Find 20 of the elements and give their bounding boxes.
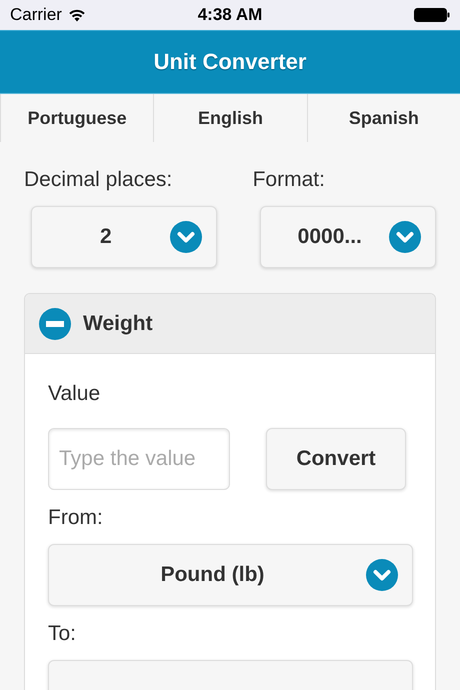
unit-dropdown[interactable]: Pound (lb) <box>48 544 413 606</box>
chevron-down-icon <box>389 221 421 253</box>
status-time: 4:38 AM <box>198 5 262 25</box>
chevron-down-icon <box>366 559 398 591</box>
wifi-icon <box>68 8 86 22</box>
from-label: From: <box>48 506 104 530</box>
app-title: Unit Converter <box>154 49 306 75</box>
battery-icon <box>414 8 450 22</box>
value-input[interactable]: Type the value <box>48 428 230 490</box>
setting-dropdown[interactable]: 0000... <box>260 206 436 268</box>
carrier-name: Carrier <box>10 5 62 25</box>
chevron-down-icon <box>170 221 202 253</box>
convert-button[interactable]: Convert <box>266 428 406 490</box>
setting-label: Decimal places: <box>24 168 174 192</box>
setting-label: Format: <box>252 168 326 192</box>
language-tab[interactable]: Portuguese <box>0 94 154 142</box>
to-label: To: <box>48 622 78 646</box>
setting-dropdown[interactable]: 2 <box>31 206 217 268</box>
section-header[interactable]: Weight <box>25 294 435 354</box>
value-label: Value <box>48 382 102 406</box>
